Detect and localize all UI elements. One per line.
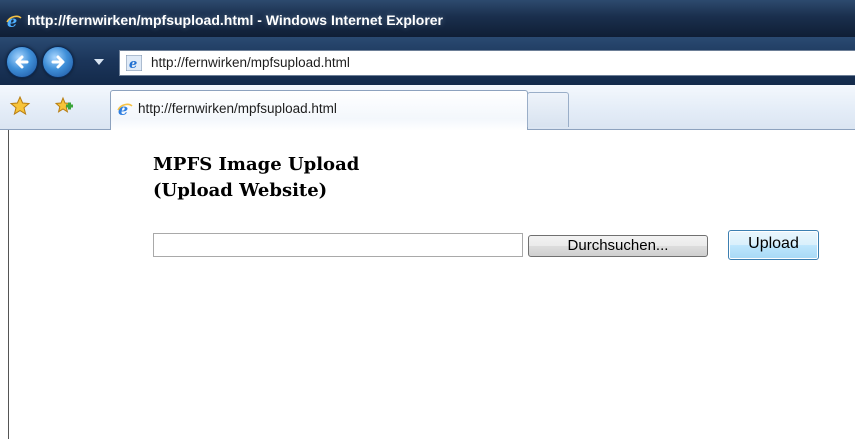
page-border bbox=[8, 130, 9, 439]
window-title: http://fernwirken/mpfsupload.html - Wind… bbox=[27, 12, 444, 28]
tab-active[interactable]: e http://fernwirken/mpfsupload.html bbox=[110, 90, 528, 131]
upload-button[interactable]: Upload bbox=[728, 230, 819, 260]
svg-text:e: e bbox=[118, 101, 128, 117]
address-text[interactable]: http://fernwirken/mpfsupload.html bbox=[151, 55, 350, 70]
back-button[interactable] bbox=[6, 46, 38, 78]
add-favorite-icon[interactable] bbox=[52, 95, 74, 117]
svg-text:e: e bbox=[129, 57, 137, 71]
favorites-star-icon[interactable] bbox=[9, 95, 31, 117]
page-content bbox=[0, 130, 855, 439]
forward-arrow-icon bbox=[51, 55, 65, 69]
page-heading: MPFS Image Upload (Upload Website) bbox=[153, 152, 359, 204]
browse-button[interactable]: Durchsuchen... bbox=[528, 235, 708, 257]
tab-label: http://fernwirken/mpfsupload.html bbox=[138, 101, 337, 116]
back-arrow-icon bbox=[15, 55, 29, 69]
page-ie-icon: e bbox=[126, 55, 142, 71]
tab-bar: e http://fernwirken/mpfsupload.html bbox=[0, 85, 855, 131]
recent-pages-dropdown[interactable] bbox=[94, 59, 104, 65]
svg-text:e: e bbox=[7, 13, 17, 29]
navigation-bar: e http://fernwirken/mpfsupload.html bbox=[0, 37, 855, 85]
tab-ie-icon: e bbox=[117, 101, 133, 117]
title-bar: e http://fernwirken/mpfsupload.html - Wi… bbox=[0, 0, 855, 37]
ie-icon: e bbox=[6, 13, 22, 29]
heading-line-1: MPFS Image Upload bbox=[153, 154, 360, 175]
forward-button[interactable] bbox=[42, 46, 74, 78]
new-tab-button[interactable] bbox=[527, 92, 569, 127]
file-path-input[interactable] bbox=[153, 233, 523, 257]
address-bar[interactable]: e http://fernwirken/mpfsupload.html bbox=[119, 50, 855, 76]
heading-line-2: (Upload Website) bbox=[153, 180, 328, 201]
